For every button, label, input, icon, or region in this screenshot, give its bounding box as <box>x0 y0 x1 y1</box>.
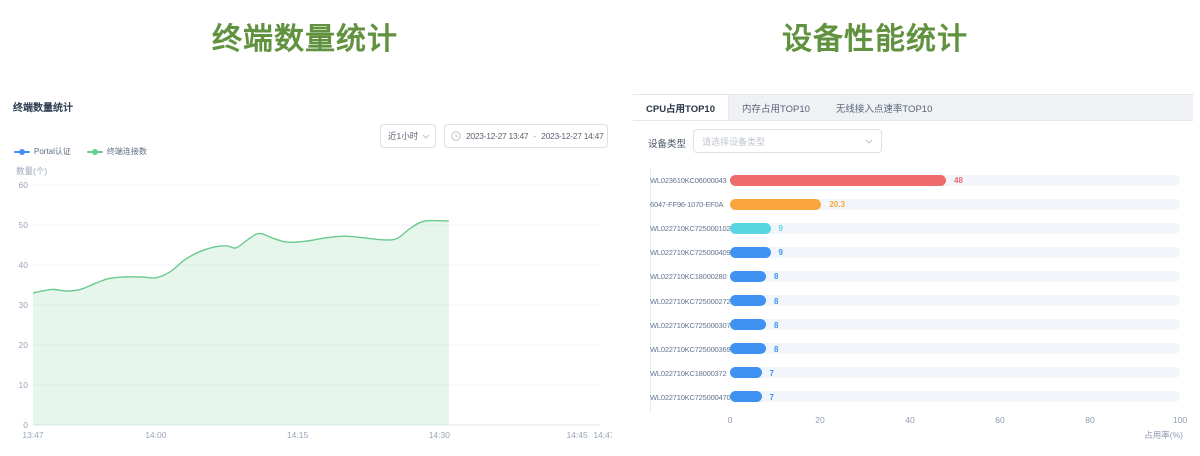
bar-fill <box>730 175 946 186</box>
bar-row: WL022710KC725000369 8 <box>650 337 1193 361</box>
terminal-line-chart: 数量(个) 0 10 20 30 40 50 60 13:47 14:00 14:15 14:30 14… <box>0 160 612 456</box>
y-tick-label: 20 <box>19 340 29 350</box>
bar-track <box>730 247 1180 258</box>
x-tick-label: 14:47 <box>593 430 612 440</box>
date-end: 2023-12-27 14:47 <box>541 131 603 141</box>
device-name-label: WL022710KC725000409 <box>650 248 723 257</box>
terminal-panel-title: 终端数量统计 <box>13 99 73 114</box>
device-name-label: WL022710KC725000470 <box>650 393 723 402</box>
bar-fill <box>730 199 821 210</box>
bar-x-tick-label: 100 <box>1173 415 1187 425</box>
x-tick-label: 14:00 <box>145 430 167 440</box>
y-tick-label: 40 <box>19 260 29 270</box>
bar-value-label: 8 <box>774 272 778 281</box>
legend-label: 终端连接数 <box>107 146 147 157</box>
tab-active[interactable]: CPU占用TOP10 <box>633 95 729 120</box>
bar-row: WL022710KC725000272 8 <box>650 289 1193 313</box>
device-type-select[interactable]: 请选择设备类型 <box>693 129 882 153</box>
bar-fill <box>730 295 766 306</box>
device-name-label: WL022710KC725000272 <box>650 297 723 306</box>
chevron-down-icon <box>422 134 430 139</box>
bar-x-tick-label: 80 <box>1085 415 1094 425</box>
bar-fill <box>730 343 766 354</box>
time-range-select[interactable]: 近1小时 <box>380 124 436 148</box>
y-tick-label: 10 <box>19 380 29 390</box>
x-tick-label: 14:15 <box>287 430 309 440</box>
time-range-value: 近1小时 <box>388 130 418 142</box>
device-type-label: 设备类型 <box>648 136 686 150</box>
bar-row: WL022710KC725000409 9 <box>650 240 1193 264</box>
y-axis-title: 数量(个) <box>16 166 47 176</box>
bar-x-tick-label: 40 <box>905 415 914 425</box>
performance-tabs: CPU占用TOP10内存占用TOP10无线接入点速率TOP10 <box>633 94 1193 121</box>
terminal-section-heading: 终端数量统计 <box>0 14 610 58</box>
tab-inactive[interactable]: 无线接入点速率TOP10 <box>823 95 945 120</box>
bar-fill <box>730 367 762 378</box>
device-name-label: WL022710KC725000102 <box>650 224 723 233</box>
bar-value-label: 7 <box>770 369 774 378</box>
bar-row: WL022710KC18000280 8 <box>650 264 1193 288</box>
chart-legend: Portal认证 终端连接数 <box>14 146 147 157</box>
bar-track <box>730 199 1180 210</box>
bar-x-tick-label: 60 <box>995 415 1004 425</box>
device-type-placeholder: 请选择设备类型 <box>702 135 765 148</box>
x-tick-label: 14:45 <box>566 430 588 440</box>
y-tick-label: 50 <box>19 220 29 230</box>
bar-track <box>730 295 1180 306</box>
series-area <box>33 221 449 425</box>
bar-row: WL023610KC06000043 48 <box>650 168 1193 192</box>
y-tick-label: 60 <box>19 180 29 190</box>
bar-row: WL022710KC725000470 7 <box>650 385 1193 409</box>
bar-fill <box>730 319 766 330</box>
bar-x-tick-label: 0 <box>728 415 733 425</box>
device-name-label: WL023610KC06000043 <box>650 176 723 185</box>
bar-row: 6047-FF96-1070-EF0A 20.3 <box>650 192 1193 216</box>
bar-track <box>730 343 1180 354</box>
bar-value-label: 8 <box>774 297 778 306</box>
date-start: 2023-12-27 13:47 <box>466 131 528 141</box>
bar-fill <box>730 247 771 258</box>
bar-track <box>730 367 1180 378</box>
device-section-heading: 设备性能统计 <box>615 14 1135 58</box>
bar-row: WL022710KC725000307 8 <box>650 313 1193 337</box>
y-tick-label: 30 <box>19 300 29 310</box>
clock-icon <box>451 131 461 141</box>
bar-track <box>730 319 1180 330</box>
x-tick-label: 13:47 <box>22 430 44 440</box>
chevron-down-icon <box>865 139 873 144</box>
tab-inactive[interactable]: 内存占用TOP10 <box>729 95 823 120</box>
date-separator: - <box>533 131 536 141</box>
legend-item[interactable]: 终端连接数 <box>87 146 147 157</box>
device-name-label: WL022710KC725000307 <box>650 321 723 330</box>
legend-label: Portal认证 <box>34 146 71 157</box>
bar-row: WL022710KC18000372 7 <box>650 361 1193 385</box>
device-name-label: WL022710KC18000280 <box>650 272 723 281</box>
device-name-label: 6047-FF96-1070-EF0A <box>650 200 723 209</box>
device-name-label: WL022710KC725000369 <box>650 345 723 354</box>
bar-track <box>730 271 1180 282</box>
legend-item[interactable]: Portal认证 <box>14 146 71 157</box>
bar-fill <box>730 391 762 402</box>
legend-marker-icon <box>14 151 30 153</box>
bar-fill <box>730 271 766 282</box>
bar-value-label: 8 <box>774 345 778 354</box>
y-tick-label: 0 <box>23 420 28 430</box>
legend-marker-icon <box>87 151 103 153</box>
bar-row: WL022710KC725000102 9 <box>650 216 1193 240</box>
bar-value-label: 8 <box>774 321 778 330</box>
bar-value-label: 9 <box>779 248 783 257</box>
bar-chart-x-axis-label: 占用率(%) <box>650 429 1183 441</box>
bar-value-label: 7 <box>770 393 774 402</box>
bar-value-label: 9 <box>779 224 783 233</box>
bar-value-label: 48 <box>954 176 963 185</box>
cpu-top10-bar-chart: 占用率(%) WL023610KC06000043 48 6047-FF96-107… <box>650 168 1193 456</box>
bar-x-tick-label: 20 <box>815 415 824 425</box>
x-tick-label: 14:30 <box>429 430 451 440</box>
bar-value-label: 20.3 <box>829 200 845 209</box>
bar-track <box>730 391 1180 402</box>
date-range-picker[interactable]: 2023-12-27 13:47 - 2023-12-27 14:47 <box>444 124 608 148</box>
bar-track <box>730 223 1180 234</box>
device-name-label: WL022710KC18000372 <box>650 369 723 378</box>
bar-fill <box>730 223 771 234</box>
